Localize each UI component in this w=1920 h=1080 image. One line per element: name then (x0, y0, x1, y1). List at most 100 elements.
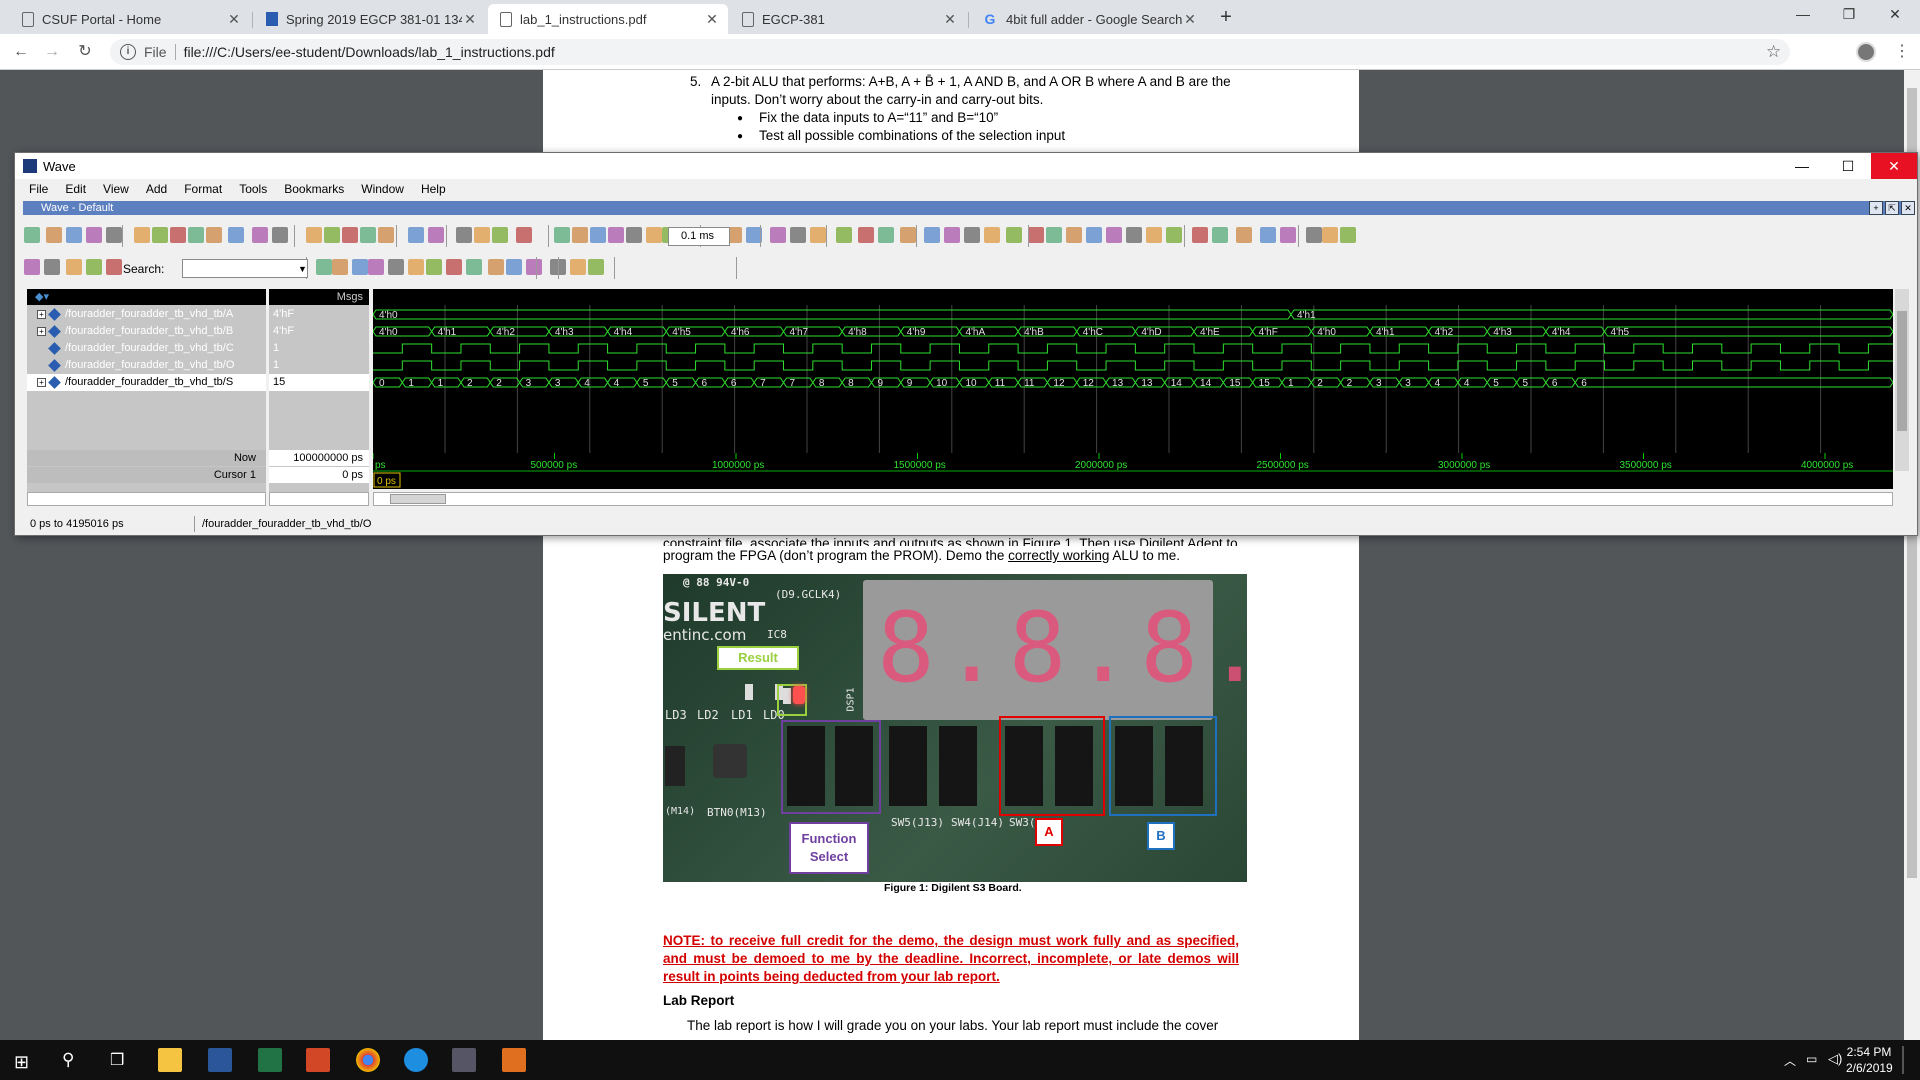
toolbar-tool-icon[interactable] (984, 227, 1000, 243)
reload-icon[interactable]: ↻ (74, 41, 96, 63)
toolbar-tool-icon[interactable] (188, 227, 204, 243)
toolbar-tool-icon[interactable] (924, 227, 940, 243)
url-text[interactable]: file:///C:/Users/ee-student/Downloads/la… (184, 44, 555, 60)
forward-arrow-icon[interactable]: → (41, 41, 63, 63)
tab-google-search[interactable]: G 4bit full adder - Google Search ✕ (970, 4, 1206, 34)
toolbar-tool-icon[interactable] (408, 259, 424, 275)
profile-avatar[interactable] (1856, 42, 1876, 62)
signal-row[interactable]: /fouradder_fouradder_tb_vhd_tb/O (27, 357, 266, 374)
toolbar-tool-icon[interactable] (44, 259, 60, 275)
toolbar-tool-icon[interactable] (106, 227, 122, 243)
toolbar-tool-icon[interactable] (456, 227, 472, 243)
toolbar-tool-icon[interactable] (1340, 227, 1356, 243)
windows-start-icon[interactable]: ⊞ (14, 1052, 29, 1073)
taskbar-clock[interactable]: 2:54 PM 2/6/2019 (1846, 1044, 1893, 1076)
toolbar-tool-icon[interactable] (134, 227, 150, 243)
toolbar-tool-icon[interactable] (900, 227, 916, 243)
toolbar-tool-icon[interactable] (316, 259, 332, 275)
toolbar-tool-icon[interactable] (368, 259, 384, 275)
minimize-button[interactable]: — (1780, 0, 1826, 30)
signal-row[interactable]: + /fouradder_fouradder_tb_vhd_tb/B (27, 323, 266, 340)
menu-view[interactable]: View (103, 182, 129, 196)
toolbar-tool-icon[interactable] (1166, 227, 1182, 243)
toolbar-tool-icon[interactable] (360, 227, 376, 243)
toolbar-tool-icon[interactable] (408, 227, 424, 243)
toolbar-tool-icon[interactable] (590, 227, 606, 243)
wave-minimize-button[interactable]: — (1779, 153, 1825, 179)
internet-explorer-icon[interactable] (404, 1048, 428, 1072)
toolbar-tool-icon[interactable] (228, 227, 244, 243)
search-input[interactable] (182, 259, 308, 278)
address-bar[interactable]: i File file:///C:/Users/ee-student/Downl… (110, 39, 1790, 65)
toolbar-tool-icon[interactable] (1046, 227, 1062, 243)
menu-add[interactable]: Add (146, 182, 167, 196)
toolbar-tool-icon[interactable] (66, 227, 82, 243)
toolbar-tool-icon[interactable] (106, 259, 122, 275)
toolbar-tool-icon[interactable] (608, 227, 624, 243)
toolbar-tool-icon[interactable] (324, 227, 340, 243)
wave-pane-scrollbar[interactable] (373, 492, 1893, 506)
toolbar-tool-icon[interactable] (588, 259, 604, 275)
menu-help[interactable]: Help (421, 182, 446, 196)
toolbar-tool-icon[interactable] (1280, 227, 1296, 243)
signal-row[interactable]: + /fouradder_fouradder_tb_vhd_tb/A (27, 306, 266, 323)
info-icon[interactable]: i (120, 44, 136, 60)
toolbar-tool-icon[interactable] (1146, 227, 1162, 243)
toolbar-tool-icon[interactable] (272, 227, 288, 243)
toolbar-tool-icon[interactable] (332, 259, 348, 275)
close-tab-icon[interactable]: ✕ (704, 11, 720, 28)
waveform-canvas[interactable]: 4'h0 4'h1 4'h0 4'h1 4'h2 4'h3 4'h4 4'h5 4'h6 4'h7… (373, 289, 1893, 471)
toolbar-tool-icon[interactable] (492, 227, 508, 243)
toolbar-tool-icon[interactable] (964, 227, 980, 243)
wave-close-button[interactable]: ✕ (1871, 153, 1917, 179)
toolbar-tool-icon[interactable] (206, 227, 222, 243)
toolbar-tool-icon[interactable] (1306, 227, 1322, 243)
pane-undock-icon[interactable]: ⇱ (1885, 201, 1899, 215)
toolbar-tool-icon[interactable] (66, 259, 82, 275)
toolbar-tool-icon[interactable] (1212, 227, 1228, 243)
close-tab-icon[interactable]: ✕ (462, 11, 478, 28)
powerpoint-icon[interactable] (306, 1048, 330, 1072)
quartus-icon[interactable] (502, 1048, 526, 1072)
toolbar-tool-icon[interactable] (878, 227, 894, 243)
wave-title-bar[interactable]: Wave (15, 153, 1917, 179)
toolbar-tool-icon[interactable] (152, 227, 168, 243)
toolbar-tool-icon[interactable] (1192, 227, 1208, 243)
menu-file[interactable]: File (29, 182, 48, 196)
bookmark-star-icon[interactable]: ☆ (1766, 42, 1781, 62)
network-icon[interactable]: ▭ (1806, 1052, 1817, 1066)
scrollbar-thumb[interactable] (390, 494, 446, 504)
search-icon[interactable]: ⚲ (62, 1050, 74, 1070)
toolbar-tool-icon[interactable] (474, 227, 490, 243)
toolbar-tool-icon[interactable] (1006, 227, 1022, 243)
menu-edit[interactable]: Edit (65, 182, 86, 196)
toolbar-tool-icon[interactable] (790, 227, 806, 243)
modelsim-taskbar-icon[interactable] (452, 1048, 476, 1072)
menu-tools[interactable]: Tools (239, 182, 267, 196)
tab-egcp-course[interactable]: Spring 2019 EGCP 381-01 13458 ✕ (254, 4, 486, 34)
toolbar-tool-icon[interactable] (1126, 227, 1142, 243)
signal-row[interactable]: /fouradder_fouradder_tb_vhd_tb/C (27, 340, 266, 357)
chrome-icon[interactable] (356, 1048, 380, 1072)
restore-button[interactable]: ❐ (1826, 0, 1872, 30)
word-icon[interactable] (208, 1048, 232, 1072)
toolbar-tool-icon[interactable] (86, 227, 102, 243)
close-tab-icon[interactable]: ✕ (1182, 11, 1198, 28)
close-tab-icon[interactable]: ✕ (942, 11, 958, 28)
toolbar-tool-icon[interactable] (24, 259, 40, 275)
toolbar-tool-icon[interactable] (526, 259, 542, 275)
name-pane-scrollbar[interactable] (27, 492, 266, 506)
expand-plus-icon[interactable]: + (37, 326, 46, 336)
tab-lab-instructions[interactable]: lab_1_instructions.pdf ✕ (488, 4, 728, 34)
toolbar-tool-icon[interactable] (86, 259, 102, 275)
toolbar-tool-icon[interactable] (1236, 227, 1252, 243)
toolbar-tool-icon[interactable] (306, 227, 322, 243)
pane-dock-icon[interactable]: + (1869, 201, 1883, 215)
toolbar-tool-icon[interactable] (388, 259, 404, 275)
menu-dots-icon[interactable]: ⋮ (1894, 41, 1910, 61)
toolbar-tool-icon[interactable] (426, 259, 442, 275)
toolbar-tool-icon[interactable] (646, 227, 662, 243)
toolbar-tool-icon[interactable] (342, 227, 358, 243)
signal-row[interactable]: + /fouradder_fouradder_tb_vhd_tb/S (27, 374, 266, 391)
pane-close-icon[interactable]: ✕ (1901, 201, 1915, 215)
